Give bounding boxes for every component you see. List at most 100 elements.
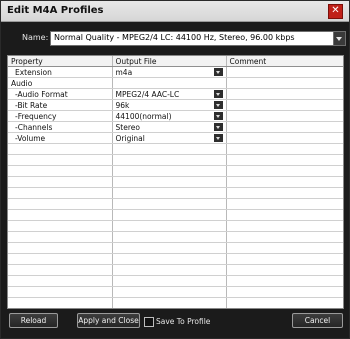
profile-name-select[interactable]: Normal Quality - MPEG2/4 LC: 44100 Hz, S… <box>50 31 346 46</box>
chevron-down-icon[interactable] <box>213 112 223 120</box>
cancel-button[interactable]: Cancel <box>292 313 343 328</box>
properties-grid: Property Output File Comment Extension m4… <box>7 55 344 309</box>
empty-cell <box>8 297 113 308</box>
empty-row <box>8 264 343 276</box>
value-text: Original <box>115 133 145 143</box>
empty-cell <box>112 220 227 232</box>
property-cell: -Audio Format <box>8 88 113 100</box>
empty-row <box>8 209 343 221</box>
column-header-property[interactable]: Property <box>8 56 113 67</box>
empty-cell <box>8 275 113 287</box>
value-text: 96k <box>115 100 130 110</box>
reload-button[interactable]: Reload <box>9 313 58 328</box>
empty-row <box>8 198 343 210</box>
empty-row <box>8 154 343 166</box>
empty-row <box>8 231 343 243</box>
table-row[interactable]: Audio <box>8 77 343 89</box>
empty-cell <box>226 209 343 221</box>
empty-cell <box>112 154 227 166</box>
empty-cell <box>112 198 227 210</box>
empty-row <box>8 242 343 254</box>
empty-cell <box>112 297 227 308</box>
save-to-profile-label: Save To Profile <box>156 317 211 326</box>
comment-cell[interactable] <box>226 66 343 78</box>
comment-cell[interactable] <box>226 132 343 144</box>
comment-cell[interactable] <box>226 77 343 89</box>
table-row[interactable]: -Frequency 44100(normal) <box>8 110 343 122</box>
empty-row <box>8 297 343 308</box>
property-cell: Audio <box>8 77 113 89</box>
empty-cell <box>8 231 113 243</box>
close-icon[interactable]: ✕ <box>328 4 343 19</box>
dialog-footer: Reload Apply and Close Save To Profile C… <box>1 310 349 338</box>
table-row[interactable]: -Audio Format MPEG2/4 AAC-LC <box>8 88 343 100</box>
empty-cell <box>8 198 113 210</box>
chevron-down-icon[interactable] <box>213 134 223 142</box>
empty-cell <box>226 187 343 199</box>
name-label: Name: <box>22 33 49 42</box>
property-cell: -Channels <box>8 121 113 133</box>
column-header-output-file[interactable]: Output File <box>112 56 227 67</box>
empty-cell <box>226 286 343 298</box>
comment-cell[interactable] <box>226 99 343 111</box>
empty-row <box>8 165 343 177</box>
empty-cell <box>112 231 227 243</box>
property-cell: -Volume <box>8 132 113 144</box>
property-cell: -Bit Rate <box>8 99 113 111</box>
title-bar: Edit M4A Profiles ✕ <box>1 1 349 22</box>
comment-cell[interactable] <box>226 88 343 100</box>
value-cell[interactable]: 44100(normal) <box>112 110 227 122</box>
table-row[interactable]: Extension m4a <box>8 66 343 78</box>
table-row[interactable]: -Volume Original <box>8 132 343 144</box>
value-text: m4a <box>115 67 133 77</box>
apply-and-close-button[interactable]: Apply and Close <box>77 313 140 328</box>
empty-cell <box>112 253 227 265</box>
empty-cell <box>8 187 113 199</box>
chevron-down-icon[interactable] <box>333 32 345 45</box>
empty-cell <box>226 275 343 287</box>
empty-cell <box>226 309 343 310</box>
empty-row <box>8 275 343 287</box>
table-row[interactable]: -Bit Rate 96k <box>8 99 343 111</box>
empty-row <box>8 187 343 199</box>
comment-cell[interactable] <box>226 121 343 133</box>
empty-row <box>8 286 343 298</box>
empty-cell <box>112 143 227 155</box>
value-cell[interactable]: m4a <box>112 66 227 78</box>
value-cell[interactable]: Original <box>112 132 227 144</box>
empty-cell <box>8 143 113 155</box>
value-cell[interactable]: Stereo <box>112 121 227 133</box>
chevron-down-icon[interactable] <box>213 101 223 109</box>
value-text: MPEG2/4 AAC-LC <box>115 89 180 99</box>
value-text: 44100(normal) <box>115 111 172 121</box>
value-cell[interactable] <box>112 77 227 89</box>
empty-cell <box>8 209 113 221</box>
comment-cell[interactable] <box>226 110 343 122</box>
empty-cell <box>8 154 113 166</box>
edit-profiles-dialog: Edit M4A Profiles ✕ Name: Normal Quality… <box>0 0 350 339</box>
empty-cell <box>112 242 227 254</box>
empty-cell <box>8 165 113 177</box>
empty-cell <box>8 176 113 188</box>
column-header-comment[interactable]: Comment <box>226 56 343 67</box>
chevron-down-icon[interactable] <box>213 90 223 98</box>
empty-cell <box>112 187 227 199</box>
empty-cell <box>112 264 227 276</box>
empty-cell <box>8 242 113 254</box>
empty-cell <box>8 220 113 232</box>
table-row[interactable]: -Channels Stereo <box>8 121 343 133</box>
empty-cell <box>226 154 343 166</box>
value-cell[interactable]: 96k <box>112 99 227 111</box>
chevron-down-icon[interactable] <box>213 123 223 131</box>
grid-header-row: Property Output File Comment <box>8 56 343 67</box>
save-to-profile-checkbox[interactable] <box>144 317 154 327</box>
empty-cell <box>226 176 343 188</box>
value-cell[interactable]: MPEG2/4 AAC-LC <box>112 88 227 100</box>
empty-row <box>8 309 343 310</box>
chevron-down-icon[interactable] <box>213 68 223 76</box>
dialog-title: Edit M4A Profiles <box>7 5 104 16</box>
empty-cell <box>226 143 343 155</box>
empty-cell <box>112 165 227 177</box>
empty-cell <box>112 309 226 310</box>
empty-cell <box>226 242 343 254</box>
